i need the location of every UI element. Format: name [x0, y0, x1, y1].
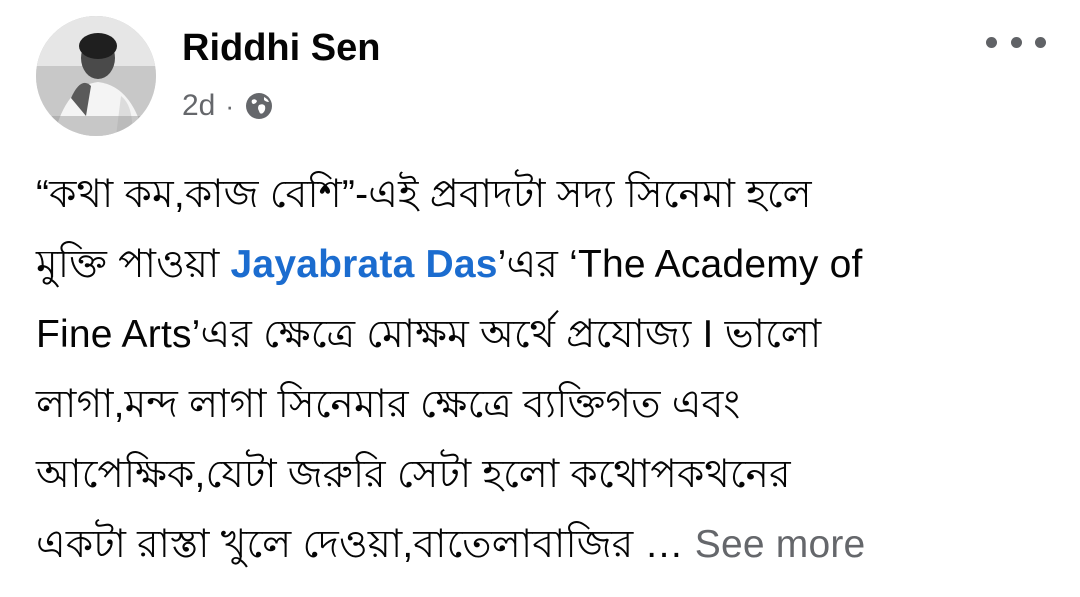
post-line: Fine Arts’এর ক্ষেত্রে মোক্ষম অর্থে প্রযো… — [36, 313, 822, 356]
post-line: আপেক্ষিক,যেটা জরুরি সেটা হলো কথোপকথনের — [36, 453, 791, 496]
more-dot — [986, 36, 997, 48]
more-options-button[interactable] — [986, 30, 1046, 54]
avatar-photo — [36, 16, 156, 136]
post-text: “কথা কম,কাজ বেশি”-এই প্রবাদটা সদ্য সিনেম… — [36, 160, 1046, 580]
post-header: Riddhi Sen 2d · — [36, 16, 1046, 136]
post-line: মুক্তি পাওয়া Jayabrata Das’এর ‘The Acad… — [36, 230, 1046, 300]
globe-icon[interactable] — [244, 91, 274, 121]
post-line-text: মুক্তি পাওয়া — [36, 243, 231, 286]
post-line-text: ’এর ‘The Academy of — [497, 243, 863, 286]
post-line: লাগা,মন্দ লাগা সিনেমার ক্ষেত্রে ব্যক্তিগ… — [36, 383, 741, 426]
post-meta: 2d · — [182, 88, 274, 124]
post-line-text: একটা রাস্তা খুলে দেওয়া,বাতেলাবাজির … — [36, 523, 695, 566]
author-name[interactable]: Riddhi Sen — [182, 26, 380, 70]
more-dot — [1010, 36, 1022, 48]
see-more-link[interactable]: See more — [695, 523, 866, 566]
timestamp[interactable]: 2d — [182, 89, 215, 123]
meta-separator: · — [225, 90, 235, 121]
more-dot — [1035, 36, 1046, 48]
post-line: একটা রাস্তা খুলে দেওয়া,বাতেলাবাজির … Se… — [36, 510, 1046, 580]
avatar[interactable] — [36, 16, 156, 136]
post-line: “কথা কম,কাজ বেশি”-এই প্রবাদটা সদ্য সিনেম… — [36, 173, 812, 216]
mention-link[interactable]: Jayabrata Das — [231, 243, 498, 286]
